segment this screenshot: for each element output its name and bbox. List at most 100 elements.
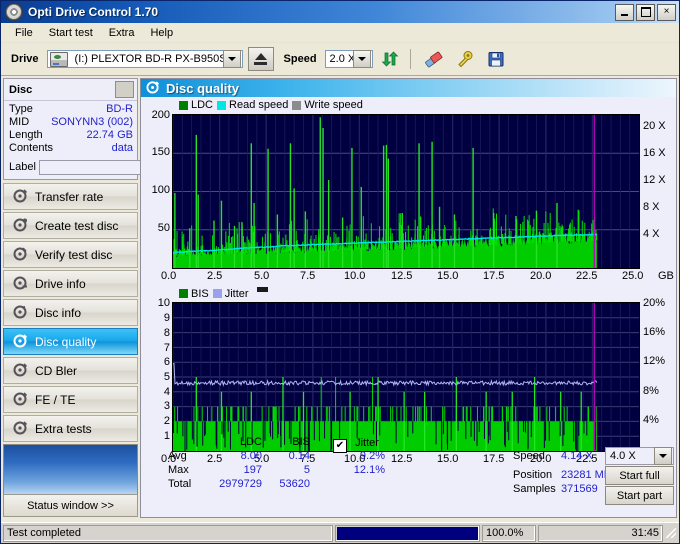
start-full-button[interactable]: Start full bbox=[605, 466, 674, 485]
gauge-icon bbox=[13, 391, 28, 409]
settings-button[interactable] bbox=[450, 46, 479, 72]
gauge-icon bbox=[13, 188, 28, 206]
sidebar-item-disc-quality[interactable]: Disc quality bbox=[3, 328, 138, 355]
top-xtick-25: 25.0 bbox=[622, 270, 644, 282]
erase-button[interactable] bbox=[419, 46, 448, 72]
close-button[interactable]: × bbox=[657, 3, 676, 21]
gauge-icon bbox=[13, 304, 28, 322]
save-button[interactable] bbox=[481, 46, 510, 72]
test-speed-select[interactable]: 4.0 X bbox=[605, 447, 674, 465]
stats-samples-value: 371569 bbox=[561, 483, 598, 495]
status-bar: Test completed 100.0% 31:45 bbox=[1, 522, 679, 543]
top-chart-plot bbox=[172, 114, 640, 269]
progress-track bbox=[337, 526, 478, 540]
sidebar-item-disc-info[interactable]: Disc info bbox=[3, 299, 138, 326]
sidebar-item-cd-bler[interactable]: CD Bler bbox=[3, 357, 138, 384]
eject-button[interactable] bbox=[247, 47, 274, 71]
top-xtick-20: 20.0 bbox=[530, 270, 552, 282]
chevron-down-icon bbox=[654, 447, 672, 465]
maximize-button[interactable] bbox=[636, 3, 655, 21]
legend-label-jitter: Jitter bbox=[224, 287, 249, 300]
bot-rtick-20pct: 20% bbox=[643, 297, 666, 309]
stats-total-ldc: 2979729 bbox=[219, 478, 262, 490]
disc-row-value: 22.74 GB bbox=[86, 129, 133, 141]
legend-label-ldc: LDC bbox=[191, 99, 214, 111]
gauge-icon bbox=[13, 333, 28, 351]
legend-item-bis: BIS bbox=[179, 288, 209, 300]
bot-ytick-1: 1 bbox=[163, 430, 170, 442]
top-ytick-50: 50 bbox=[157, 222, 170, 234]
menu-extra[interactable]: Extra bbox=[101, 25, 143, 41]
disc-info-title: Disc bbox=[9, 83, 33, 96]
top-chart-legend: LDC Read speed Write speed bbox=[179, 99, 363, 111]
drive-select-value: (I:) PLEXTOR BD-R PX-B950SA 1.04 bbox=[74, 53, 223, 65]
stats-col-ldc: LDC bbox=[239, 436, 262, 448]
disc-color-swatch bbox=[115, 81, 134, 98]
drive-label: Drive bbox=[11, 53, 39, 65]
legend-item-jitter: Jitter bbox=[212, 287, 249, 300]
legend-swatch-jitter bbox=[212, 289, 222, 298]
save-icon bbox=[486, 50, 506, 68]
disc-label-row: Label bbox=[4, 156, 210, 179]
sidebar-item-verify-test-disc[interactable]: Verify test disc bbox=[3, 241, 138, 268]
app-window: Opti Drive Control 1.70 × File Start tes… bbox=[0, 0, 680, 544]
menu-help[interactable]: Help bbox=[142, 25, 181, 41]
start-part-button[interactable]: Start part bbox=[605, 486, 674, 505]
bot-ytick-7: 7 bbox=[163, 342, 170, 354]
disc-row-key: MID bbox=[9, 116, 30, 128]
sidebar-item-label: Verify test disc bbox=[35, 247, 113, 262]
status-window-button[interactable]: Status window >> bbox=[3, 494, 138, 517]
top-xtick-22.5: 22.5 bbox=[576, 270, 598, 282]
sidebar-item-label: CD Bler bbox=[35, 363, 78, 378]
stats-col-bis: BIS bbox=[292, 436, 310, 448]
disc-row-contents: Contents data bbox=[9, 142, 133, 155]
sidebar-item-drive-info[interactable]: Drive info bbox=[3, 270, 138, 297]
sidebar: Disc Type BD-R MID SONYNN3 (002) Length … bbox=[1, 76, 210, 520]
sidebar-item-create-test-disc[interactable]: Create test disc bbox=[3, 212, 138, 239]
key-icon bbox=[455, 50, 475, 68]
progress-fill bbox=[337, 526, 478, 540]
stats-avg-bis: 0.14 bbox=[288, 450, 310, 462]
bot-ytick-4: 4 bbox=[163, 386, 170, 398]
bottom-chart-plot bbox=[172, 302, 640, 452]
eject-icon bbox=[254, 53, 267, 60]
top-xtick-17.5: 17.5 bbox=[483, 270, 505, 282]
legend-label-bis: BIS bbox=[191, 287, 209, 300]
speed-label: Speed bbox=[283, 53, 317, 65]
legend-swatch-ldc bbox=[179, 100, 188, 110]
top-rtick-16x: 16 X bbox=[643, 147, 666, 159]
sidebar-item-label: Transfer rate bbox=[35, 189, 104, 204]
resize-grip[interactable] bbox=[665, 527, 677, 539]
elapsed-time: 31:45 bbox=[538, 524, 663, 542]
bot-ytick-3: 3 bbox=[163, 400, 170, 412]
drive-select[interactable]: (I:) PLEXTOR BD-R PX-B950SA 1.04 bbox=[46, 50, 243, 68]
stats-area: Avg Max Total LDC BIS 8.00 197 2979729 0… bbox=[141, 436, 676, 517]
stats-row-total-label: Total bbox=[168, 478, 192, 490]
top-xtick-15: 15.0 bbox=[437, 270, 459, 282]
sidebar-nav: Transfer rate Create test disc Verify te… bbox=[3, 183, 138, 442]
menu-bar: File Start test Extra Help bbox=[1, 23, 679, 43]
main-body: Disc Type BD-R MID SONYNN3 (002) Length … bbox=[1, 76, 679, 520]
disc-icon bbox=[5, 3, 23, 21]
bottom-chart-legend: BIS Jitter bbox=[179, 287, 268, 300]
menu-start-test[interactable]: Start test bbox=[41, 25, 101, 41]
chevron-down-icon bbox=[352, 50, 371, 68]
stats-jitter-avg: 9.2% bbox=[359, 450, 385, 462]
top-xtick-12.5: 12.5 bbox=[391, 270, 413, 282]
top-ytick-150: 150 bbox=[151, 146, 170, 158]
sidebar-item-fe-te[interactable]: FE / TE bbox=[3, 386, 138, 413]
eraser-icon bbox=[424, 50, 444, 68]
toolbar-separator bbox=[409, 49, 411, 69]
top-rtick-4x: 4 X bbox=[643, 228, 660, 240]
speed-select[interactable]: 2.0 X bbox=[324, 50, 373, 68]
sidebar-item-extra-tests[interactable]: Extra tests bbox=[3, 415, 138, 442]
sidebar-item-transfer-rate[interactable]: Transfer rate bbox=[3, 183, 138, 210]
refresh-button[interactable] bbox=[375, 46, 404, 72]
minimize-button[interactable] bbox=[615, 3, 634, 21]
stats-max-ldc: 197 bbox=[243, 464, 262, 476]
jitter-label: Jitter bbox=[355, 437, 379, 449]
panel-header: Disc quality bbox=[141, 79, 676, 97]
legend-item-read-speed: Read speed bbox=[217, 99, 288, 111]
top-ytick-100: 100 bbox=[151, 184, 170, 196]
menu-file[interactable]: File bbox=[7, 25, 41, 41]
